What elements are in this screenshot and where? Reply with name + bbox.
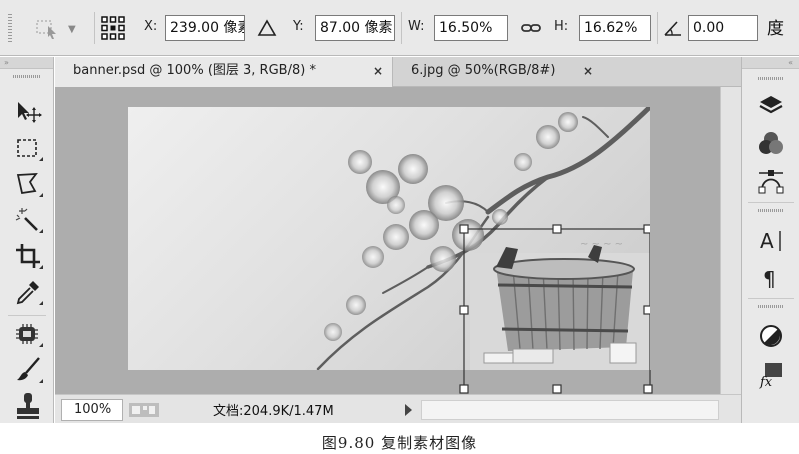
zoom-level-field[interactable]: 100% <box>61 399 123 421</box>
lasso-tool[interactable] <box>13 169 43 199</box>
reference-point-icon[interactable] <box>100 15 126 41</box>
channels-icon <box>759 132 783 154</box>
tab-banner-psd[interactable]: banner.psd @ 100% (图层 3, RGB/8) * × <box>55 57 393 87</box>
transform-icon <box>36 20 56 39</box>
divider <box>94 12 95 44</box>
collapse-panel-icon[interactable]: » <box>0 57 53 69</box>
link-icon[interactable] <box>520 16 542 40</box>
svg-text:fx: fx <box>759 375 773 389</box>
document-tabs: banner.psd @ 100% (图层 3, RGB/8) * × 6.jp… <box>55 57 741 87</box>
rotate-angle-icon <box>664 21 681 36</box>
h-label: H: <box>554 19 569 34</box>
tab-label: banner.psd @ 100% (图层 3, RGB/8) * <box>73 63 316 78</box>
w-label: W: <box>408 19 425 34</box>
flyout-indicator-icon <box>39 193 43 197</box>
options-bar-grip[interactable] <box>8 14 12 44</box>
x-position-field[interactable]: 239.00 像素 <box>165 15 245 41</box>
tool-preset-picker[interactable]: ▼ <box>28 14 86 44</box>
canvas-workspace[interactable]: ~ ~ ~ ~ <box>55 87 720 394</box>
styles-panel-button[interactable]: fx <box>756 359 786 390</box>
vertical-scrollbar[interactable] <box>720 87 741 394</box>
divider <box>401 12 402 44</box>
x-label: X: <box>144 19 158 34</box>
paths-icon <box>758 170 784 194</box>
paragraph-panel-button[interactable]: ¶ <box>756 263 786 293</box>
panel-grip[interactable] <box>758 77 784 80</box>
flyout-indicator-icon <box>39 343 43 347</box>
tab-label: 6.jpg @ 50%(RGB/8#) <box>411 63 556 78</box>
paragraph-icon: ¶ <box>763 267 776 291</box>
flyout-indicator-icon <box>39 229 43 233</box>
transform-bottom-handles[interactable] <box>55 87 720 394</box>
divider <box>657 12 658 44</box>
divider <box>8 315 46 316</box>
y-label: Y: <box>293 19 304 34</box>
flyout-indicator-icon <box>39 379 43 383</box>
document-size-info: 文档:204.9K/1.47M <box>213 404 334 419</box>
tab-6-jpg[interactable]: 6.jpg @ 50%(RGB/8#) × <box>393 57 603 87</box>
close-icon[interactable]: × <box>583 57 593 85</box>
layers-panel-button[interactable] <box>756 90 786 120</box>
angle-unit: 度 <box>767 19 784 39</box>
clone-stamp-tool[interactable] <box>13 391 43 421</box>
film-icon[interactable] <box>129 403 159 417</box>
character-panel-button[interactable]: A <box>756 225 786 255</box>
chevron-down-icon: ▼ <box>68 24 76 35</box>
panel-grip[interactable] <box>758 209 784 212</box>
channels-panel-button[interactable] <box>756 128 786 158</box>
panel-grip[interactable] <box>758 305 784 308</box>
svg-text:A: A <box>760 229 774 253</box>
tools-panel: » <box>0 57 54 423</box>
layers-icon <box>759 96 783 114</box>
panel-dock: « A ¶ fx <box>741 57 799 423</box>
flyout-indicator-icon <box>39 301 43 305</box>
divider <box>748 298 794 299</box>
move-tool[interactable] <box>13 97 43 127</box>
relative-position-icon[interactable] <box>256 16 278 40</box>
status-bar: 100% 文档:204.9K/1.47M <box>55 394 741 423</box>
marquee-tool[interactable] <box>13 133 43 163</box>
svg-text:¶: ¶ <box>763 267 776 291</box>
brush-tool[interactable] <box>13 355 43 385</box>
character-icon: A <box>760 229 781 253</box>
divider <box>748 202 794 203</box>
spot-healing-tool[interactable] <box>13 319 43 349</box>
expand-panels-icon[interactable]: « <box>742 57 799 69</box>
crop-tool[interactable] <box>13 241 43 271</box>
flyout-indicator-icon <box>39 265 43 269</box>
status-menu-arrow-icon[interactable] <box>405 404 412 416</box>
adjustments-panel-button[interactable] <box>756 321 786 351</box>
paths-panel-button[interactable] <box>756 166 786 196</box>
eyedropper-tool[interactable] <box>13 277 43 307</box>
figure-caption: 图9.80 复制素材图像 <box>321 434 478 452</box>
panel-grip[interactable] <box>12 75 41 78</box>
horizontal-scrollbar[interactable] <box>421 400 719 420</box>
stamp-icon <box>17 393 39 419</box>
width-field[interactable]: 16.50% <box>434 15 508 41</box>
close-icon[interactable]: × <box>373 57 383 85</box>
flyout-indicator-icon <box>39 157 43 161</box>
adjustments-icon <box>760 325 782 347</box>
y-position-field[interactable]: 87.00 像素 <box>315 15 395 41</box>
rotate-angle-field[interactable]: 0.00 <box>688 15 758 41</box>
move-icon <box>18 102 42 123</box>
options-bar: ▼ X: 239.00 像素 Y: 87.00 像素 W: 16.50% H: … <box>0 0 799 56</box>
magic-wand-tool[interactable] <box>13 205 43 235</box>
styles-icon: fx <box>759 363 782 390</box>
height-field[interactable]: 16.62% <box>579 15 651 41</box>
